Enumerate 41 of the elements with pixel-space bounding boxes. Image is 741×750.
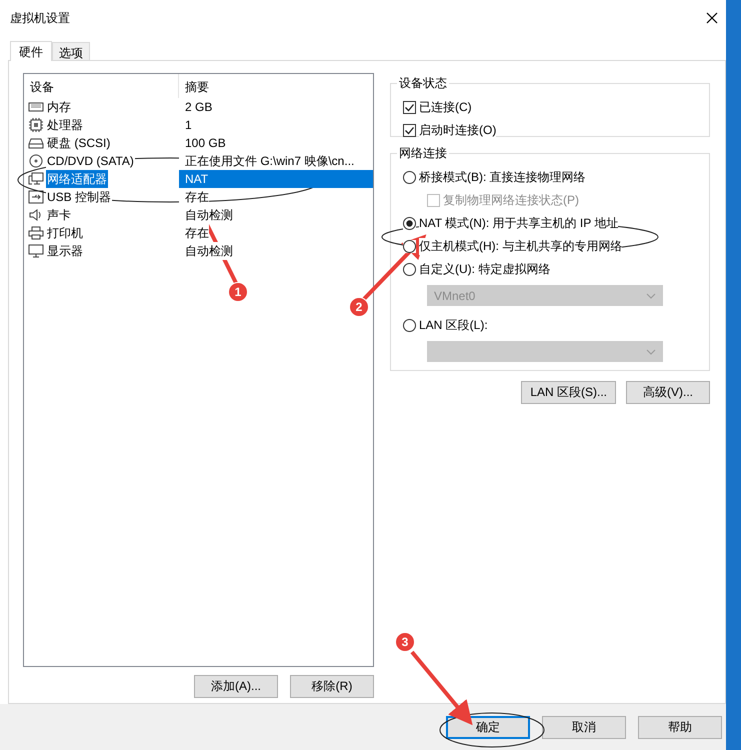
settings-button[interactable]: LAN 区段(S)... bbox=[521, 381, 616, 404]
monitor-network-icon bbox=[28, 172, 44, 186]
device-summary[interactable]: 正在使用文件 G:\win7 映像\cn... bbox=[179, 152, 354, 170]
window-title: 虚拟机设置 bbox=[10, 10, 70, 26]
checkbox[interactable] bbox=[403, 124, 416, 137]
tab[interactable]: 选项 bbox=[52, 42, 90, 60]
printer-icon bbox=[28, 226, 44, 240]
radio-button[interactable] bbox=[403, 319, 416, 332]
settings-button[interactable]: 高级(V)... bbox=[626, 381, 710, 404]
radio-label[interactable]: LAN 区段(L): bbox=[419, 317, 488, 334]
list-button[interactable]: 移除(R) bbox=[290, 675, 374, 698]
dialog-button[interactable]: 帮助 bbox=[638, 716, 722, 738]
checkbox-label[interactable]: 启动时连接(O) bbox=[419, 122, 496, 139]
checkbox-label[interactable]: 已连接(C) bbox=[419, 99, 472, 116]
column-header[interactable]: 摘要 bbox=[179, 74, 209, 98]
dialog-button[interactable]: 取消 bbox=[542, 716, 626, 738]
dialog-button[interactable]: 确定 bbox=[446, 716, 530, 738]
device-name[interactable]: USB 控制器 bbox=[46, 188, 112, 206]
group-title: 设备状态 bbox=[398, 75, 448, 92]
drive-icon bbox=[28, 136, 44, 150]
usb-icon bbox=[28, 190, 44, 204]
radio-label[interactable]: 自定义(U): 特定虚拟网络 bbox=[419, 261, 550, 278]
disc-icon bbox=[28, 154, 44, 168]
radio-label[interactable]: 桥接模式(B): 直接连接物理网络 bbox=[419, 169, 586, 186]
device-name[interactable]: 打印机 bbox=[46, 224, 84, 242]
device-name[interactable]: 网络适配器 bbox=[46, 170, 108, 188]
monitor-icon bbox=[28, 244, 44, 258]
device-summary[interactable]: NAT bbox=[179, 170, 373, 188]
tab[interactable]: 硬件 bbox=[10, 41, 52, 61]
chip-icon bbox=[28, 118, 44, 132]
caret-icon bbox=[646, 348, 656, 354]
group-title: 网络连接 bbox=[398, 145, 448, 162]
list-button[interactable]: 添加(A)... bbox=[194, 675, 278, 698]
device-name[interactable]: 硬盘 (SCSI) bbox=[46, 134, 112, 152]
radio-button[interactable] bbox=[403, 171, 416, 184]
device-summary[interactable]: 存在 bbox=[179, 188, 209, 206]
checkbox[interactable] bbox=[403, 101, 416, 114]
close-icon[interactable] bbox=[706, 12, 718, 24]
radio-button[interactable] bbox=[403, 263, 416, 276]
memory-icon bbox=[28, 100, 44, 114]
caret-icon bbox=[646, 292, 656, 298]
